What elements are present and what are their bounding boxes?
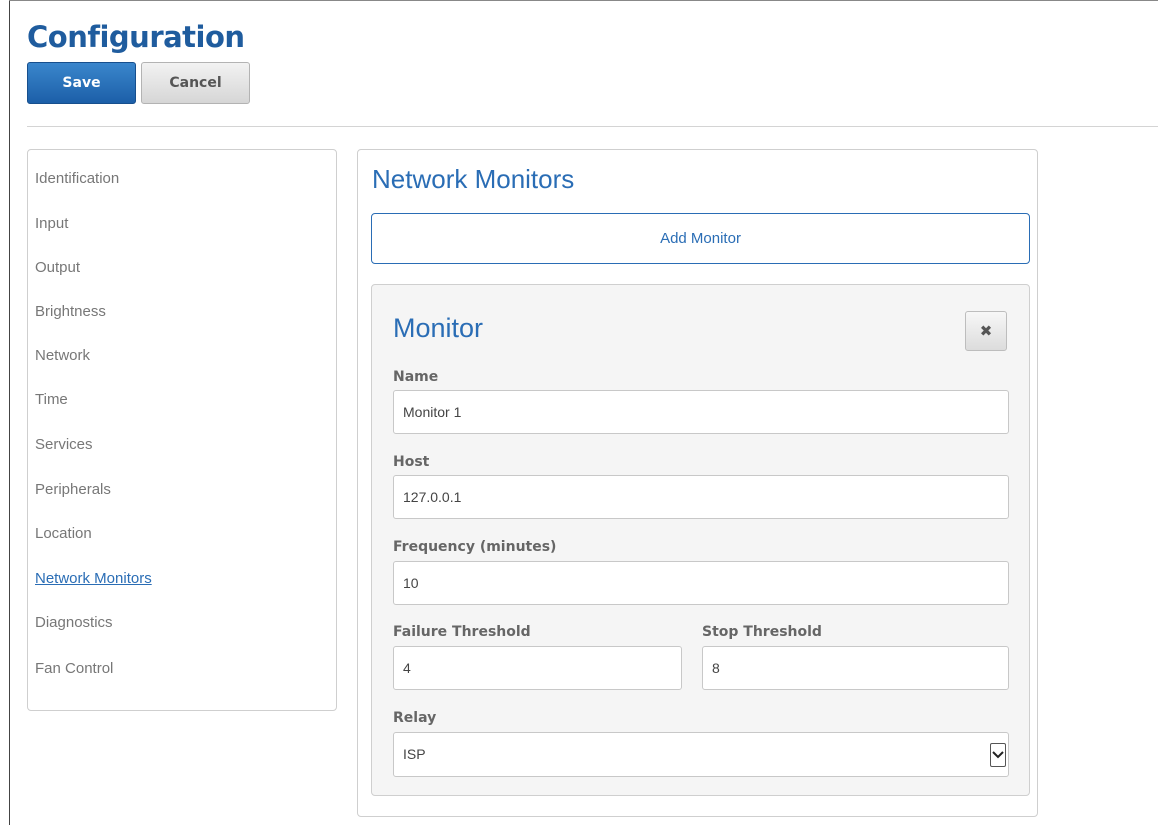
frequency-label: Frequency (minutes) [393,539,557,555]
close-icon: ✖ [979,322,993,340]
sidebar-item-fan-control[interactable]: Fan Control [35,660,113,677]
sidebar-item-location[interactable]: Location [35,525,92,542]
monitor-title: Monitor [393,313,484,343]
sidebar: Identification Input Output Brightness N… [27,149,337,711]
sidebar-item-input[interactable]: Input [35,215,68,232]
relay-select[interactable]: ISP [393,732,1009,777]
host-label: Host [393,454,430,470]
name-field[interactable] [393,390,1009,434]
name-label: Name [393,369,439,385]
stop-threshold-label: Stop Threshold [702,624,822,640]
sidebar-item-diagnostics[interactable]: Diagnostics [35,614,113,631]
sidebar-item-network[interactable]: Network [35,347,90,364]
sidebar-item-brightness[interactable]: Brightness [35,303,106,320]
relay-selected-value: ISP [403,746,426,762]
sidebar-item-network-monitors[interactable]: Network Monitors [35,570,152,587]
add-monitor-button[interactable]: Add Monitor [371,213,1030,264]
network-monitors-panel: Network Monitors Add Monitor Monitor ✖ N… [357,149,1038,817]
remove-monitor-button[interactable]: ✖ [965,311,1007,351]
sidebar-item-services[interactable]: Services [35,436,93,453]
sidebar-item-identification[interactable]: Identification [35,170,119,187]
window-top-border [9,0,1158,1]
panel-title: Network Monitors [372,164,575,194]
header-divider [27,126,1158,127]
sidebar-item-output[interactable]: Output [35,259,80,276]
sidebar-item-peripherals[interactable]: Peripherals [35,481,111,498]
window-left-border [9,0,10,825]
chevron-down-icon[interactable] [990,743,1006,767]
failure-threshold-label: Failure Threshold [393,624,531,640]
relay-label: Relay [393,710,437,726]
sidebar-item-time[interactable]: Time [35,391,68,408]
monitor-card: Monitor ✖ Name Host Frequency (minutes) … [371,284,1030,796]
stop-threshold-field[interactable] [702,646,1009,690]
host-field[interactable] [393,475,1009,519]
page-title: Configuration [27,20,245,54]
frequency-field[interactable] [393,561,1009,605]
cancel-button[interactable]: Cancel [141,62,250,104]
failure-threshold-field[interactable] [393,646,682,690]
save-button[interactable]: Save [27,62,136,104]
